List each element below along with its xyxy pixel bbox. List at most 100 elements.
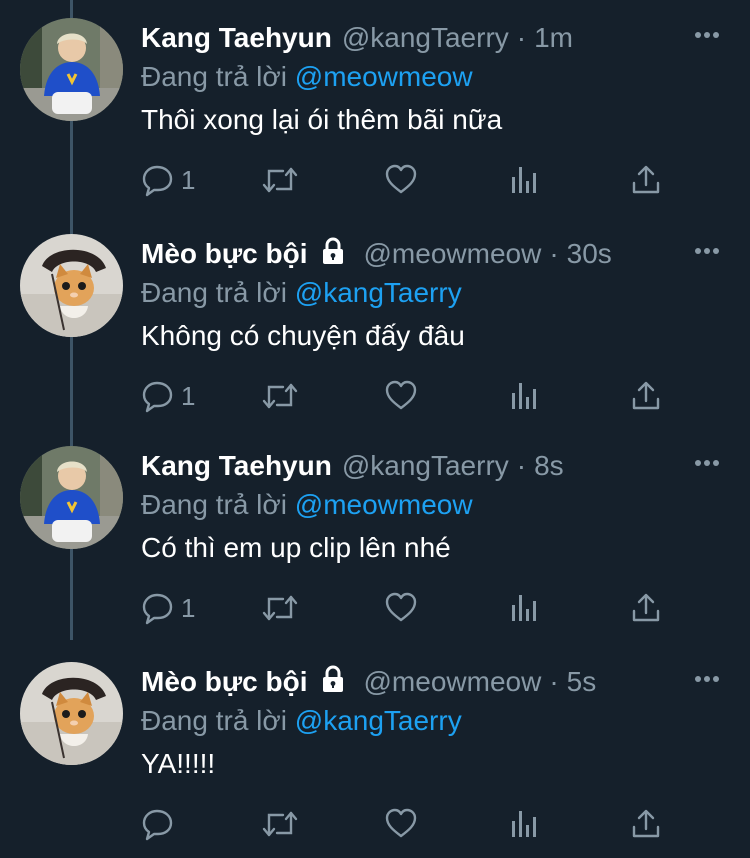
author-name[interactable]: Mèo bực bội xyxy=(141,666,308,698)
avatar[interactable] xyxy=(20,234,123,337)
reply-icon xyxy=(141,591,175,625)
like-button[interactable] xyxy=(384,163,418,197)
separator-dot: · xyxy=(549,666,559,697)
like-icon xyxy=(384,379,418,413)
reply-button[interactable]: 1 xyxy=(141,379,195,413)
retweet-icon xyxy=(261,379,299,413)
tweet[interactable]: Mèo bực bội @meowmeow · 5s Đang trả lời … xyxy=(0,644,750,858)
share-button[interactable] xyxy=(631,163,661,197)
author-handle[interactable]: @kangTaerry xyxy=(342,22,509,54)
share-icon xyxy=(631,591,661,625)
lock-icon xyxy=(320,665,346,700)
share-button[interactable] xyxy=(631,591,661,625)
replying-to-mention[interactable]: @meowmeow xyxy=(295,61,473,92)
avatar[interactable] xyxy=(20,662,123,765)
tweet-actions: 1 xyxy=(141,379,681,419)
tweet-actions: 1 xyxy=(141,163,681,203)
tweet-actions: 1 xyxy=(141,591,681,631)
avatar[interactable] xyxy=(20,446,123,549)
reply-icon xyxy=(141,379,175,413)
reply-count: 1 xyxy=(181,164,196,195)
replying-to: Đang trả lời @kangTaerry xyxy=(141,276,730,310)
lock-icon xyxy=(320,237,346,272)
tweet-header: Kang Taehyun @kangTaerry · 8s xyxy=(141,446,730,486)
separator-dot: · xyxy=(516,450,527,481)
like-icon xyxy=(384,163,418,197)
author-name[interactable]: Mèo bực bội xyxy=(141,238,308,270)
avatar[interactable] xyxy=(20,18,123,121)
reply-button[interactable]: 1 xyxy=(141,163,195,197)
tweet[interactable]: Kang Taehyun @kangTaerry · 8s Đang trả l… xyxy=(0,428,750,642)
more-icon[interactable] xyxy=(694,450,720,483)
retweet-icon xyxy=(261,163,299,197)
like-button[interactable] xyxy=(384,807,418,841)
replying-to-label: Đang trả lời xyxy=(141,277,287,308)
share-icon xyxy=(631,807,661,841)
author-handle[interactable]: @kangTaerry xyxy=(342,450,509,482)
analytics-icon xyxy=(509,807,539,841)
reply-button[interactable]: 1 xyxy=(141,591,195,625)
reply-icon xyxy=(141,163,175,197)
retweet-button[interactable] xyxy=(261,163,299,197)
like-button[interactable] xyxy=(384,379,418,413)
reply-button[interactable] xyxy=(141,807,181,841)
analytics-button[interactable] xyxy=(509,591,539,625)
like-icon xyxy=(384,591,418,625)
replying-to-label: Đang trả lời xyxy=(141,61,287,92)
tweet-content: Mèo bực bội @meowmeow · 5s Đang trả lời … xyxy=(141,662,730,841)
retweet-button[interactable] xyxy=(261,807,299,841)
tweet-timestamp[interactable]: 8s xyxy=(534,450,564,482)
share-icon xyxy=(631,379,661,413)
more-icon[interactable] xyxy=(694,666,720,699)
tweet-header: Mèo bực bội @meowmeow · 30s xyxy=(141,234,730,274)
replying-to-mention[interactable]: @meowmeow xyxy=(295,489,473,520)
retweet-button[interactable] xyxy=(261,591,299,625)
more-icon[interactable] xyxy=(694,22,720,55)
analytics-icon xyxy=(509,591,539,625)
tweet[interactable]: Mèo bực bội @meowmeow · 30s Đang trả lời… xyxy=(0,216,750,430)
tweet-timestamp[interactable]: 1m xyxy=(534,22,573,54)
analytics-icon xyxy=(509,379,539,413)
tweet-text: YA!!!!! xyxy=(141,748,216,779)
tweet-text: Không có chuyện đấy đâu xyxy=(141,320,465,351)
replying-to-label: Đang trả lời xyxy=(141,489,287,520)
tweet-text: Có thì em up clip lên nhé xyxy=(141,532,451,563)
reply-count: 1 xyxy=(181,592,196,623)
analytics-button[interactable] xyxy=(509,807,539,841)
analytics-button[interactable] xyxy=(509,379,539,413)
tweet-timestamp[interactable]: 30s xyxy=(567,238,612,270)
share-icon xyxy=(631,163,661,197)
retweet-icon xyxy=(261,591,299,625)
separator-dot: · xyxy=(516,22,527,53)
share-button[interactable] xyxy=(631,807,661,841)
analytics-button[interactable] xyxy=(509,163,539,197)
more-icon[interactable] xyxy=(694,238,720,271)
tweet-content: Mèo bực bội @meowmeow · 30s Đang trả lời… xyxy=(141,234,730,413)
reply-icon xyxy=(141,807,175,841)
like-icon xyxy=(384,807,418,841)
tweet-actions xyxy=(141,807,681,847)
replying-to: Đang trả lời @kangTaerry xyxy=(141,704,730,738)
reply-count: 1 xyxy=(181,380,196,411)
analytics-icon xyxy=(509,163,539,197)
replying-to-mention[interactable]: @kangTaerry xyxy=(295,277,462,308)
replying-to: Đang trả lời @meowmeow xyxy=(141,60,730,94)
author-handle[interactable]: @meowmeow xyxy=(364,666,542,698)
tweet-content: Kang Taehyun @kangTaerry · 1m Đang trả l… xyxy=(141,18,730,197)
share-button[interactable] xyxy=(631,379,661,413)
retweet-button[interactable] xyxy=(261,379,299,413)
replying-to-label: Đang trả lời xyxy=(141,705,287,736)
tweet[interactable]: Kang Taehyun @kangTaerry · 1m Đang trả l… xyxy=(0,0,750,214)
tweet-content: Kang Taehyun @kangTaerry · 8s Đang trả l… xyxy=(141,446,730,625)
author-name[interactable]: Kang Taehyun xyxy=(141,450,332,482)
replying-to-mention[interactable]: @kangTaerry xyxy=(295,705,462,736)
tweet-header: Mèo bực bội @meowmeow · 5s xyxy=(141,662,730,702)
tweet-header: Kang Taehyun @kangTaerry · 1m xyxy=(141,18,730,58)
tweet-text: Thôi xong lại ói thêm bãi nữa xyxy=(141,104,503,135)
tweet-timestamp[interactable]: 5s xyxy=(567,666,597,698)
like-button[interactable] xyxy=(384,591,418,625)
author-name[interactable]: Kang Taehyun xyxy=(141,22,332,54)
retweet-icon xyxy=(261,807,299,841)
replying-to: Đang trả lời @meowmeow xyxy=(141,488,730,522)
author-handle[interactable]: @meowmeow xyxy=(364,238,542,270)
